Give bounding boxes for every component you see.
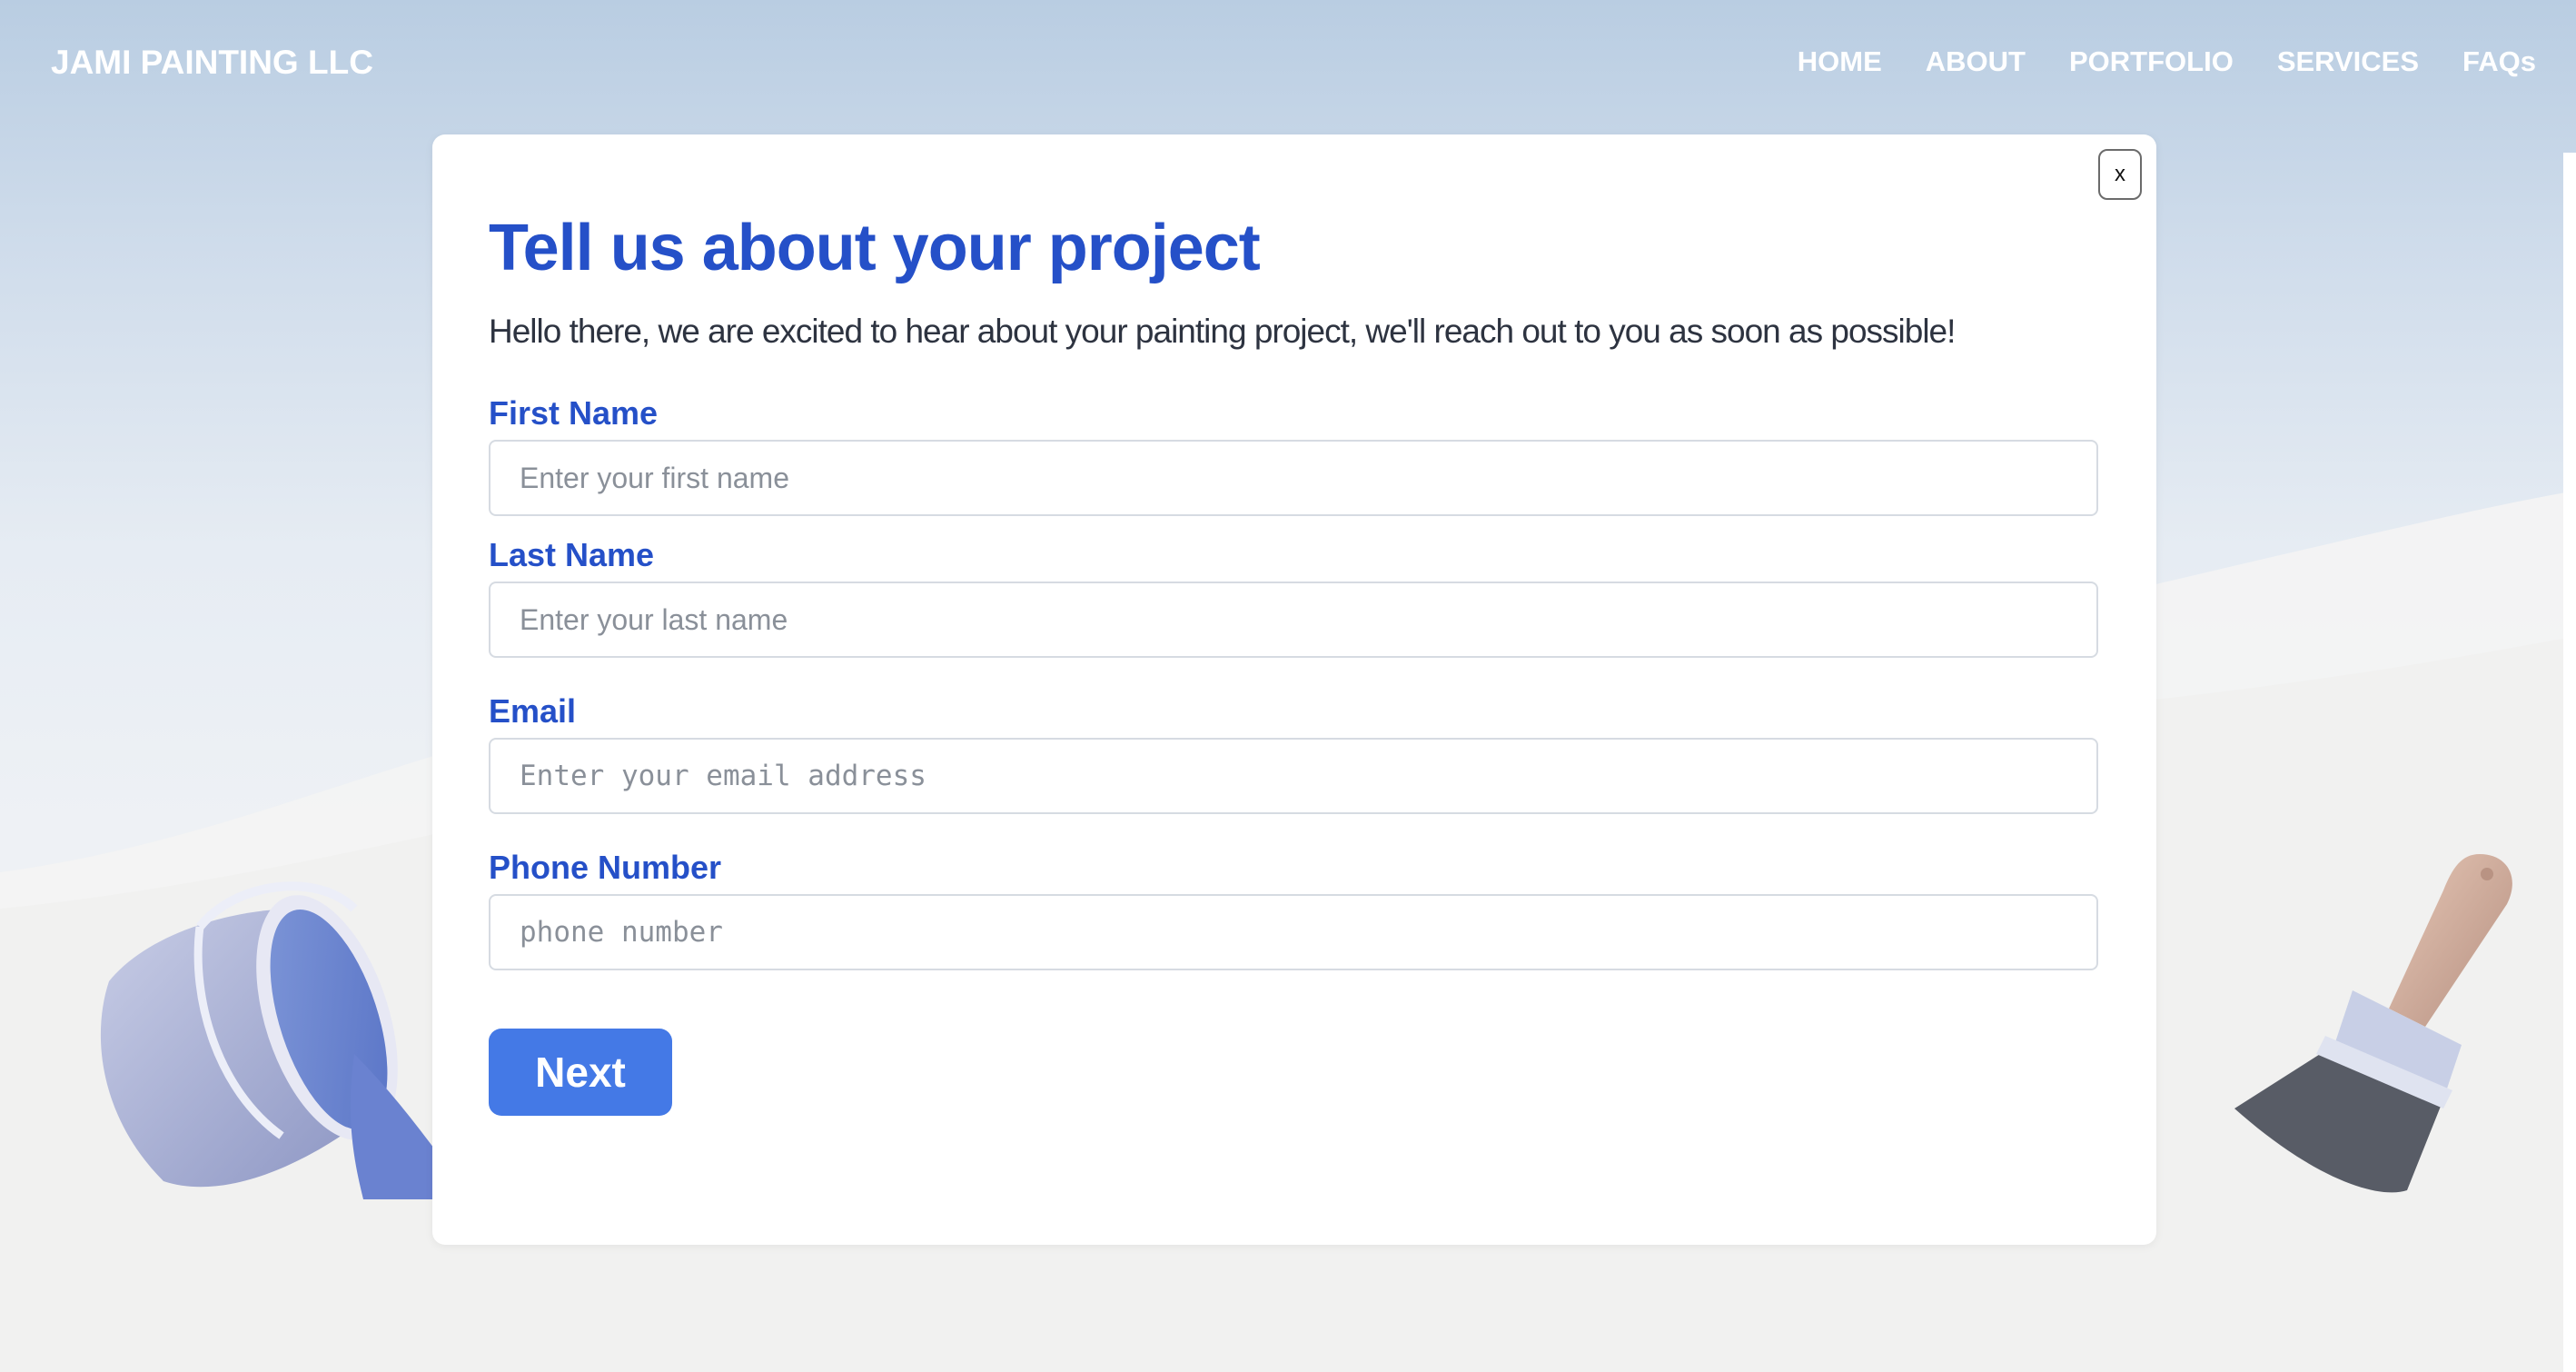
nav-home[interactable]: HOME <box>1798 45 1882 78</box>
nav-services[interactable]: SERVICES <box>2277 45 2419 78</box>
page: JAMI PAINTING LLC HOME ABOUT PORTFOLIO S… <box>0 0 2576 1372</box>
last-name-label: Last Name <box>489 536 655 573</box>
nav-about[interactable]: ABOUT <box>1926 45 2026 78</box>
nav-portfolio[interactable]: PORTFOLIO <box>2069 45 2234 78</box>
main-nav: HOME ABOUT PORTFOLIO SERVICES FAQs <box>1798 45 2536 78</box>
paint-bucket-icon <box>100 881 445 1199</box>
first-name-label: First Name <box>489 394 659 432</box>
modal-title: Tell us about your project <box>489 212 1261 284</box>
first-name-input[interactable] <box>489 440 2098 516</box>
last-name-input[interactable] <box>489 582 2098 658</box>
paint-brush-icon <box>2234 854 2512 1193</box>
scrollbar-track[interactable] <box>2563 153 2576 1372</box>
phone-input[interactable] <box>489 894 2098 970</box>
project-modal: x Tell us about your project Hello there… <box>432 134 2156 1245</box>
next-button[interactable]: Next <box>489 1029 672 1116</box>
nav-faqs[interactable]: FAQs <box>2462 45 2536 78</box>
phone-label: Phone Number <box>489 849 722 886</box>
email-input[interactable] <box>489 738 2098 814</box>
site-header: JAMI PAINTING LLC HOME ABOUT PORTFOLIO S… <box>0 0 2576 132</box>
email-label: Email <box>489 692 577 730</box>
modal-subtitle: Hello there, we are excited to hear abou… <box>489 313 1956 350</box>
close-button[interactable]: x <box>2098 149 2142 200</box>
brand-logo[interactable]: JAMI PAINTING LLC <box>51 44 373 82</box>
